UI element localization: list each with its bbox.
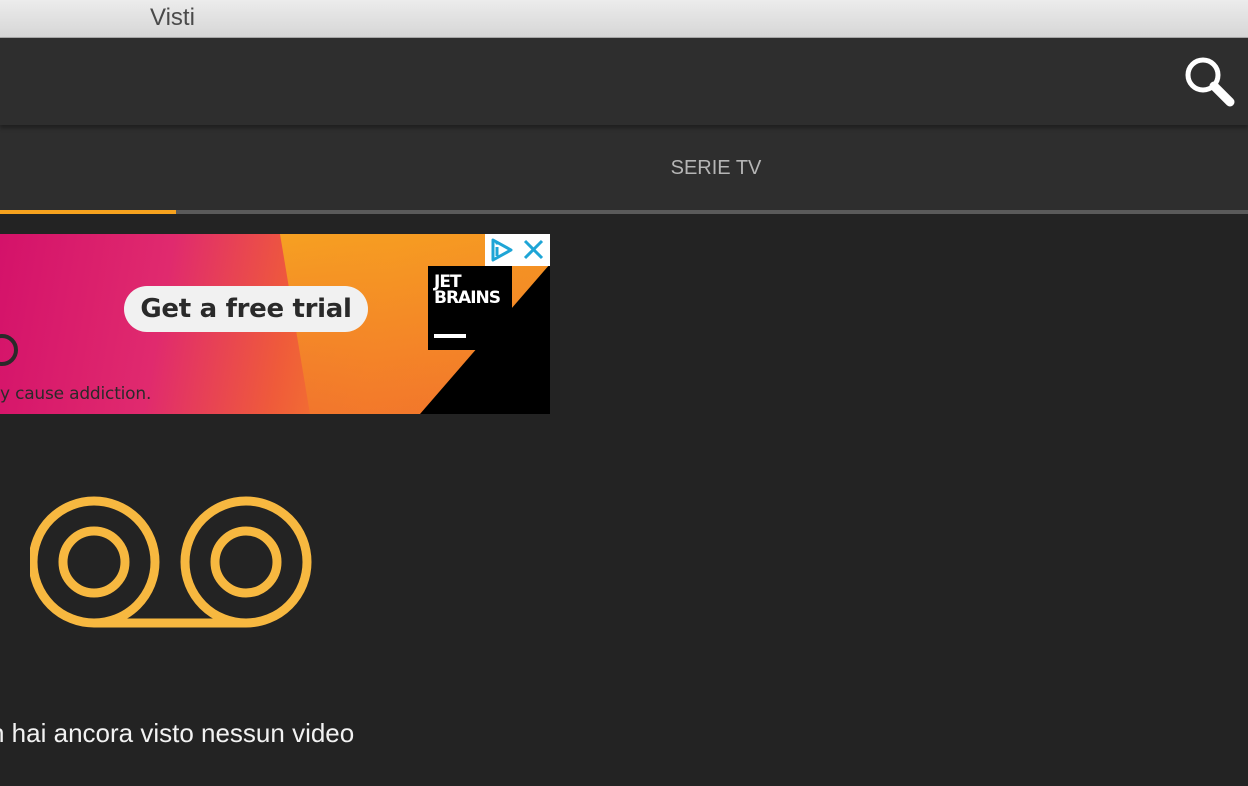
ad-banner[interactable]: Get a free trial y cause addiction. JET …: [0, 234, 550, 414]
app-screen: Visti SERIE TV Get a free trial y cause …: [0, 0, 1248, 786]
close-icon: [523, 239, 544, 260]
ad-cta-button[interactable]: Get a free trial: [124, 286, 368, 332]
window-title: Visti: [150, 4, 195, 31]
ad-ring-icon: [0, 334, 18, 366]
tab-track: [0, 210, 1248, 214]
tab-film[interactable]: [0, 125, 176, 211]
voicemail-icon: [30, 496, 312, 628]
adchoices-glyph: [491, 238, 513, 262]
tab-serie-tv[interactable]: SERIE TV: [420, 125, 1012, 211]
tab-active-indicator: [0, 210, 176, 214]
app-toolbar: [0, 38, 1248, 125]
search-icon: [1185, 57, 1235, 107]
ad-disclaimer: y cause addiction.: [0, 384, 152, 404]
adchoices-icon[interactable]: [485, 234, 517, 266]
window-title-bar: Visti: [0, 0, 1248, 38]
search-button[interactable]: [1180, 52, 1238, 110]
ad-close-button[interactable]: [517, 234, 550, 266]
jetbrains-logo-text: JET BRAINS: [434, 272, 501, 308]
tab-bar: SERIE TV: [0, 125, 1248, 211]
jetbrains-logo-bar: [434, 334, 466, 338]
empty-state-message: n hai ancora visto nessun video: [0, 718, 355, 748]
jetbrains-logo: JET BRAINS: [428, 266, 512, 350]
